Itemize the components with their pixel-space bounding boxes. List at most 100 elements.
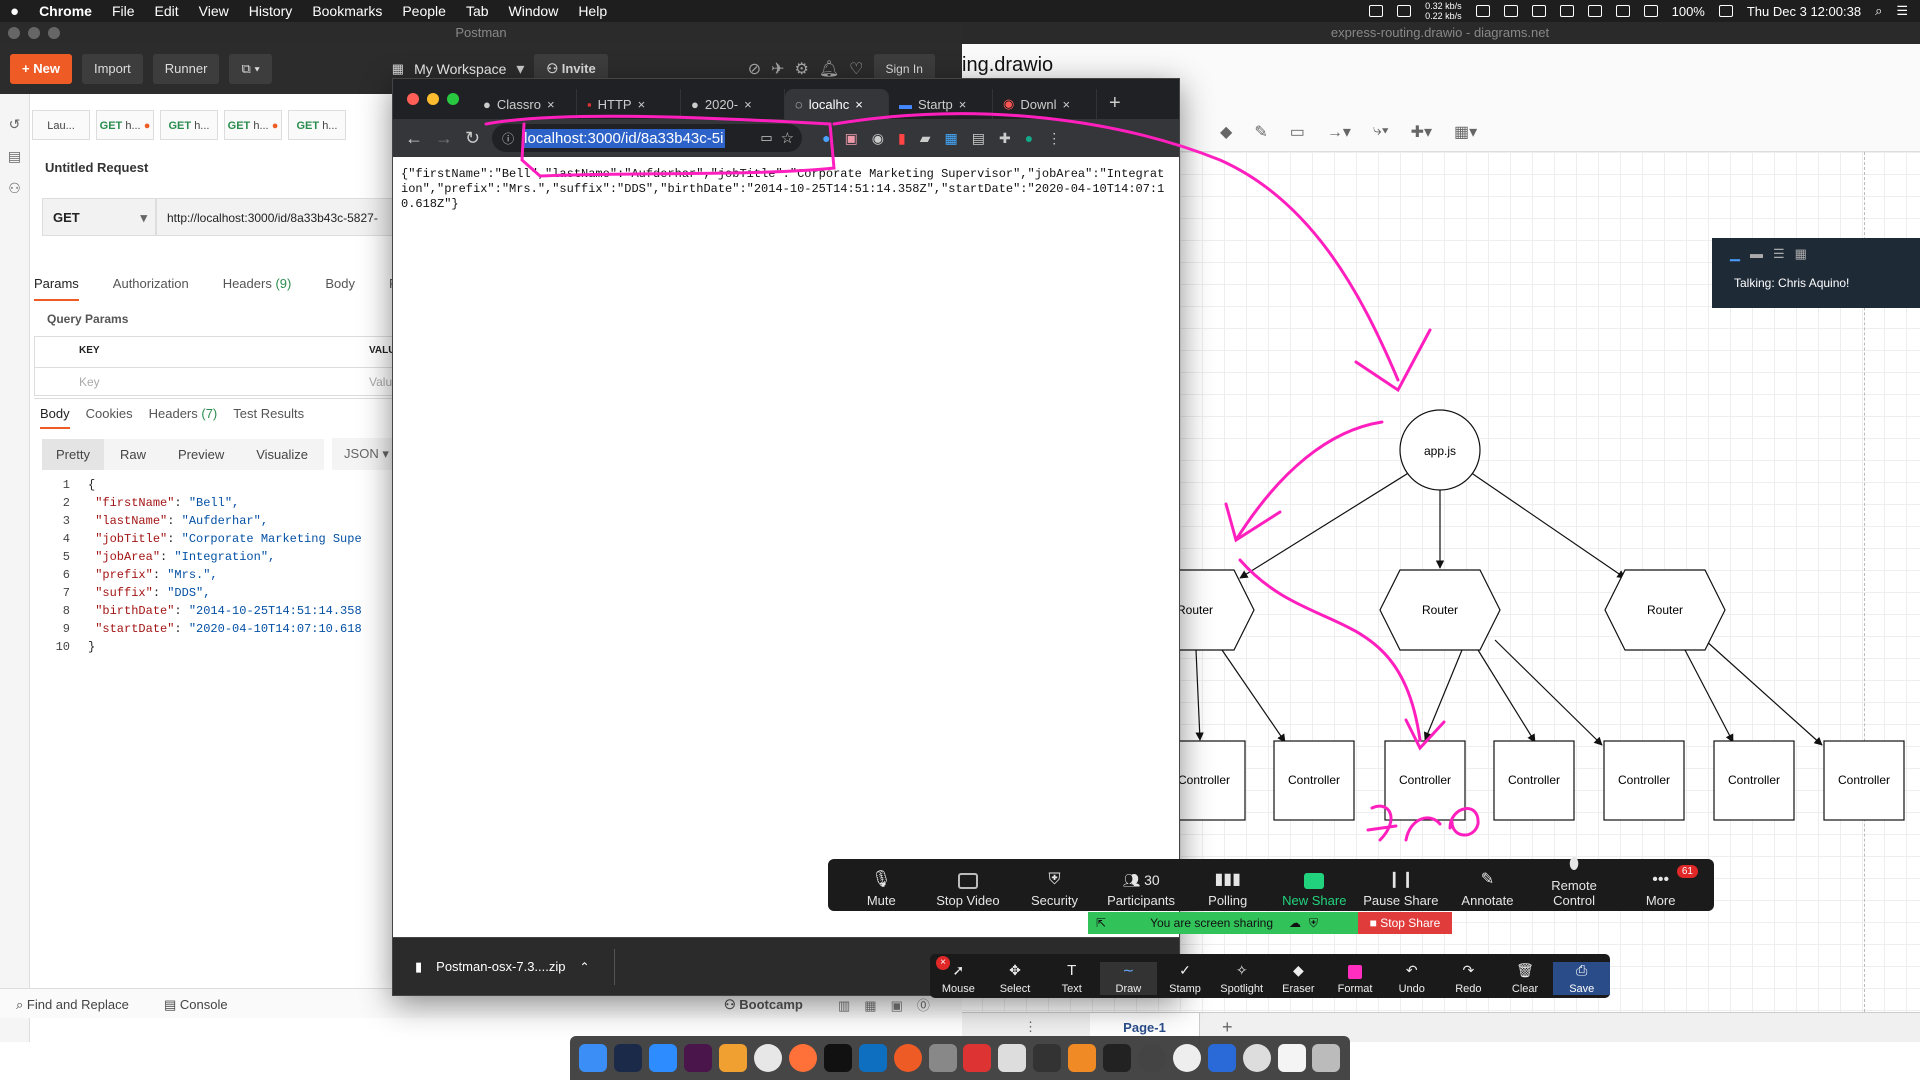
tab-authorization[interactable]: Authorization	[113, 276, 189, 301]
participants-button[interactable]: 👥︎ 30 Participants	[1098, 872, 1185, 908]
tool-text[interactable]: T Text	[1043, 962, 1100, 995]
url-input[interactable]: http://localhost:3000/id/8a33b43c-5827-	[156, 198, 396, 236]
history-icon[interactable]: ↺	[0, 108, 29, 140]
tab-response-body[interactable]: Body	[40, 406, 70, 429]
postman-app-icon[interactable]	[893, 1044, 922, 1072]
tool-select[interactable]: ✥ Select	[987, 962, 1044, 995]
app-icon[interactable]	[1242, 1044, 1271, 1072]
response-body[interactable]: 1{ 2 "firstName": "Bell", 3 "lastName": …	[30, 476, 362, 656]
extension-icon[interactable]: ▦	[945, 130, 958, 147]
chrome-tab-active[interactable]: ◌ localhc ×	[785, 89, 889, 119]
heart-icon[interactable]: ♡	[849, 59, 863, 79]
import-button[interactable]: Import	[81, 54, 143, 84]
tab-test-results[interactable]: Test Results	[233, 406, 304, 429]
close-tab-icon[interactable]: ×	[744, 97, 752, 112]
request-tab[interactable]: Lau...	[32, 110, 90, 140]
app-icon[interactable]	[1103, 1044, 1132, 1072]
documents-icon[interactable]	[1277, 1044, 1306, 1072]
activity-monitor-icon[interactable]	[614, 1044, 643, 1072]
chrome-tab[interactable]: ▪ HTTP ×	[577, 89, 681, 119]
runner-button[interactable]: Runner	[152, 54, 220, 84]
tab-body[interactable]: Body	[325, 276, 355, 301]
app-icon[interactable]	[719, 1044, 748, 1072]
strip-view-icon[interactable]: ☰	[1773, 246, 1785, 262]
finder-icon[interactable]	[579, 1044, 608, 1072]
view-raw[interactable]: Raw	[103, 438, 162, 470]
request-tab[interactable]: GET h...	[288, 110, 346, 140]
close-tab-icon[interactable]: ×	[638, 97, 646, 112]
zoom-app-icon[interactable]	[649, 1044, 678, 1072]
profile-avatar[interactable]: ●	[1025, 130, 1033, 147]
chrome-tab[interactable]: ● Classro ×	[473, 89, 577, 119]
kebab-menu-icon[interactable]: ⋮	[1047, 130, 1061, 147]
request-tab[interactable]: GET h... ●	[224, 110, 282, 140]
speaker-view-icon[interactable]: ▬	[1750, 246, 1763, 262]
tab-response-headers[interactable]: Headers (7)	[149, 406, 218, 429]
new-share-button[interactable]: New Share	[1271, 873, 1358, 908]
info-icon[interactable]: ⓘ	[502, 130, 514, 147]
app-icon[interactable]	[1207, 1044, 1236, 1072]
mute-button[interactable]: 🎙︎ Mute	[838, 869, 925, 908]
key-input[interactable]: Key	[79, 375, 100, 389]
minimize-view-icon[interactable]: ▁	[1730, 246, 1740, 262]
stop-video-button[interactable]: Stop Video	[925, 873, 1012, 908]
polling-button[interactable]: ▮▮▮ Polling	[1184, 869, 1271, 908]
layout-icons[interactable]: ▥▦▣⓪	[838, 995, 944, 1014]
address-bar[interactable]: ⓘ localhost:3000/id/8a33b43c-5i ▭ ☆	[492, 124, 803, 152]
chevron-down-icon[interactable]: ▾	[516, 59, 524, 79]
router-node[interactable]: Router	[1604, 569, 1726, 651]
apis-icon[interactable]: ⚇	[0, 172, 29, 204]
extension-icon[interactable]: ◉	[872, 130, 884, 147]
new-tab-button[interactable]: +	[1109, 92, 1121, 115]
app-icon[interactable]	[1137, 1044, 1166, 1072]
minimize-button[interactable]	[427, 93, 439, 105]
request-tab[interactable]: GET h...	[160, 110, 218, 140]
app-js-node[interactable]: app.js	[1399, 409, 1481, 491]
tab-cookies[interactable]: Cookies	[86, 406, 133, 429]
close-tab-icon[interactable]: ×	[1062, 97, 1070, 112]
format-select[interactable]: JSON ▾	[332, 438, 401, 470]
back-icon[interactable]: ←	[405, 128, 423, 149]
bootcamp-button[interactable]: ⚇ Bootcamp	[724, 997, 803, 1013]
tool-draw[interactable]: ∼ Draw	[1100, 962, 1157, 995]
close-button[interactable]	[8, 27, 20, 39]
app-icon[interactable]	[963, 1044, 992, 1072]
gear-icon[interactable]: ⚙	[795, 59, 809, 79]
close-tab-icon[interactable]: ×	[959, 97, 967, 112]
tab-params[interactable]: Params	[34, 276, 79, 301]
pause-share-button[interactable]: ❙❙ Pause Share	[1358, 869, 1445, 908]
zoom-talking-popup[interactable]: ▁ ▬ ☰ ▦ Talking: Chris Aquino!	[1712, 238, 1920, 308]
collections-icon[interactable]: ▤	[0, 140, 29, 172]
extension-icon[interactable]: ▮	[898, 130, 906, 147]
vscode-icon[interactable]	[858, 1044, 887, 1072]
new-window-button[interactable]: ⧉ ▾	[229, 54, 272, 84]
sync-icon[interactable]: ⊘	[748, 59, 761, 79]
chrome-tab[interactable]: ▬ Startp ×	[889, 89, 993, 119]
extension-icon[interactable]: ●	[822, 130, 830, 147]
extension-icon[interactable]: ▤	[972, 130, 985, 147]
app-icon[interactable]	[1033, 1044, 1062, 1072]
router-node[interactable]: Router	[1379, 569, 1501, 651]
extension-icon[interactable]: ▣	[845, 130, 858, 147]
request-title[interactable]: Untitled Request	[45, 160, 148, 175]
security-button[interactable]: ⛨ Security	[1011, 871, 1098, 908]
trash-icon[interactable]	[1312, 1044, 1341, 1072]
drawio-app-icon[interactable]	[1068, 1044, 1097, 1072]
view-pretty[interactable]: Pretty	[42, 438, 104, 470]
remote-control-button[interactable]: ⬮ Remote Control	[1531, 856, 1618, 908]
new-button[interactable]: + New	[10, 54, 72, 84]
console-button[interactable]: ▤ Console	[164, 997, 228, 1013]
system-preferences-icon[interactable]	[928, 1044, 957, 1072]
view-visualize[interactable]: Visualize	[240, 438, 325, 470]
terminal-icon[interactable]	[823, 1044, 852, 1072]
chrome-app-icon[interactable]	[753, 1044, 782, 1072]
tool-eraser[interactable]: ◆ Eraser	[1270, 962, 1327, 995]
download-filename[interactable]: Postman-osx-7.3....zip	[436, 959, 565, 974]
puzzle-icon[interactable]: ✚	[999, 130, 1011, 147]
forward-icon[interactable]: →	[435, 128, 453, 149]
bookmark-star-icon[interactable]: ☆	[781, 129, 794, 147]
cast-icon[interactable]: ▭	[760, 130, 772, 146]
tool-stamp[interactable]: ✓ Stamp	[1157, 962, 1214, 995]
tool-format[interactable]: Format	[1327, 965, 1384, 995]
close-tab-icon[interactable]: ×	[855, 97, 863, 112]
